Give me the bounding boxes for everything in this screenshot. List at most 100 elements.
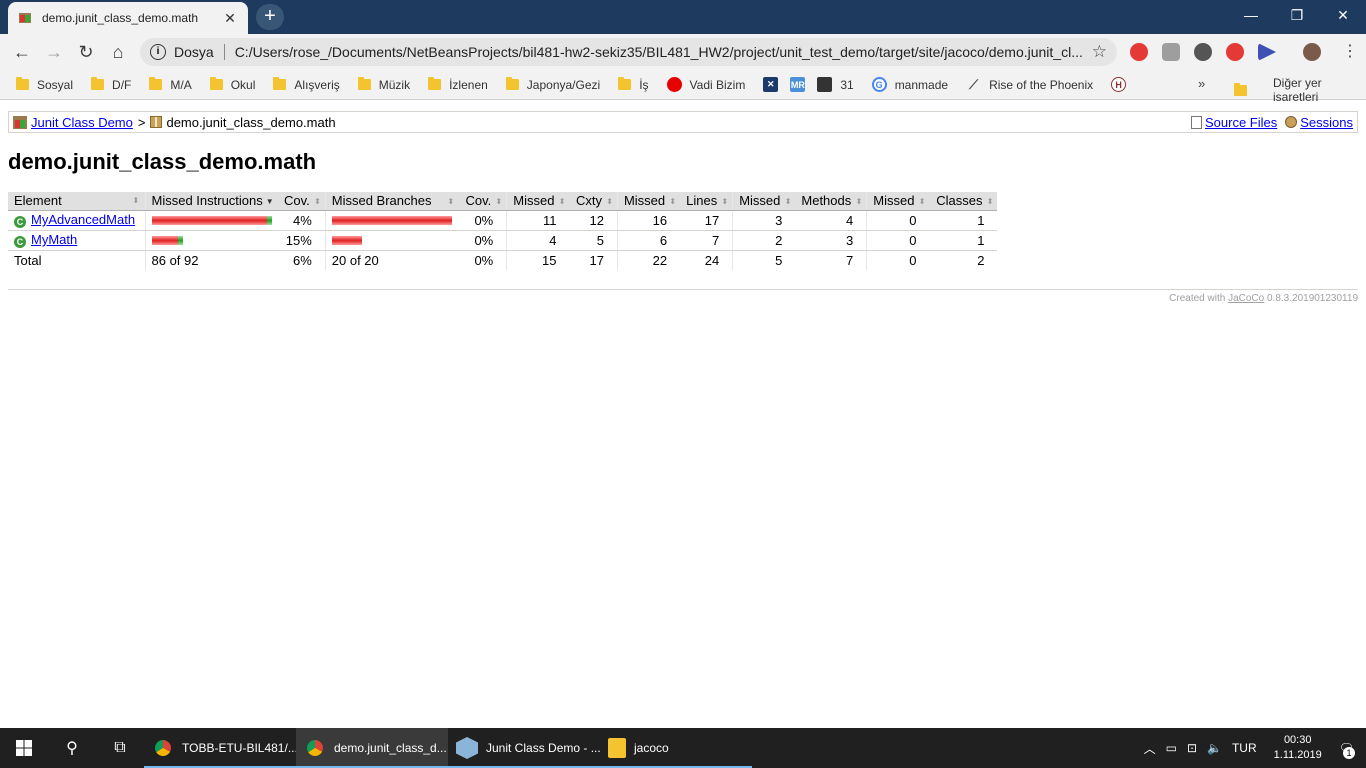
extension-s-icon[interactable] <box>1162 43 1180 61</box>
header-classes[interactable]: Classes ⬍ <box>929 192 998 211</box>
bookmark-link[interactable]: ⟋ Rise of the Phoenix <box>966 77 1093 92</box>
bookmark-link[interactable]: ✕ <box>763 77 779 92</box>
total-cxty: 17 <box>589 252 604 268</box>
address-protocol: Dosya <box>174 44 214 60</box>
taskbar-app[interactable]: Junit Class Demo - ... <box>448 728 600 768</box>
bookmark-link[interactable]: 31 <box>817 77 854 92</box>
bookmark-folder[interactable]: Müzik <box>357 77 410 92</box>
bookmark-folder[interactable]: D/F <box>91 77 132 92</box>
bookmarks-more-icon[interactable]: » <box>1198 76 1205 91</box>
total-classes-missed: 0 <box>866 250 930 270</box>
footer-prefix: Created with <box>1169 293 1226 304</box>
minimize-icon[interactable]: — <box>1228 0 1274 30</box>
extension-g-icon[interactable] <box>1226 43 1244 61</box>
bookmark-folder[interactable]: Japonya/Gezi <box>505 77 601 92</box>
bookmark-folder[interactable]: Sosyal <box>16 77 73 92</box>
source-files-link[interactable]: Source Files <box>1205 115 1277 130</box>
taskbar-app[interactable]: demo.junit_class_d... <box>296 728 448 768</box>
volume-icon[interactable]: 🔈 <box>1207 741 1222 755</box>
reload-icon[interactable]: ↻ <box>70 36 102 68</box>
task-view-icon[interactable]: ⧉ <box>96 728 144 768</box>
header-lines[interactable]: Lines ⬍ <box>680 192 733 211</box>
bookmark-folder[interactable]: Okul <box>209 77 255 92</box>
taskbar-app[interactable]: jacoco <box>600 728 752 768</box>
breadcrumb-root-link[interactable]: Junit Class Demo <box>31 115 133 130</box>
search-icon[interactable]: ⚲ <box>48 728 96 768</box>
bookmark-folder[interactable]: M/A <box>149 77 192 92</box>
bookmark-folder[interactable]: İş <box>618 77 649 92</box>
clock-time: 00:30 <box>1283 734 1312 746</box>
extension-arrow-icon[interactable] <box>1258 43 1276 61</box>
total-cxty-missed: 15 <box>506 250 570 270</box>
home-icon[interactable]: ⌂ <box>102 36 134 68</box>
class-link[interactable]: MyAdvancedMath <box>31 212 135 227</box>
bookmark-folder[interactable]: İzlenen <box>428 77 488 92</box>
chevron-up-icon[interactable]: ︿ <box>1144 740 1156 757</box>
bookmark-label: M/A <box>170 77 192 92</box>
total-label: Total <box>14 252 42 268</box>
extension-ninja-icon[interactable] <box>1194 43 1212 61</box>
source-files-icon <box>1191 115 1202 129</box>
browser-menu-icon[interactable]: ⋮ <box>1340 41 1360 63</box>
breadcrumb-current: demo.junit_class_demo.math <box>166 114 336 130</box>
taskbar-app[interactable]: TOBB-ETU-BIL481/... <box>144 728 296 768</box>
language-indicator[interactable]: TUR <box>1232 741 1257 755</box>
windows-start-icon[interactable] <box>0 728 48 768</box>
jacoco-link[interactable]: JaCoCo <box>1228 293 1264 304</box>
header-missed-branches[interactable]: Missed Branches ⬍ <box>324 192 460 211</box>
bookmark-label: D/F <box>112 77 132 92</box>
bookmark-label: Japonya/Gezi <box>526 77 601 92</box>
missed-bar-segment <box>151 235 178 245</box>
header-methods[interactable]: Methods ⬍ <box>795 192 867 211</box>
bookmark-link[interactable]: H <box>1111 77 1134 92</box>
covered-bar-segment <box>177 235 183 245</box>
header-cxty-missed[interactable]: Missed ⬍ <box>506 192 570 211</box>
total-instr: 86 of 92 <box>144 250 278 270</box>
header-cxty[interactable]: Cxty ⬍ <box>569 192 618 211</box>
header-methods-missed[interactable]: Missed ⬍ <box>732 192 796 211</box>
table-row: C MyAdvancedMath 4% 0% 11 12 16 17 3 4 0 … <box>8 210 998 231</box>
bookmark-label: Vadi Bizim <box>689 77 746 92</box>
instr-bar-cell <box>144 210 278 231</box>
extension-red-c-icon[interactable] <box>1130 43 1148 61</box>
profile-avatar[interactable] <box>1303 43 1321 61</box>
bookmark-star-icon[interactable]: ☆ <box>1092 42 1107 62</box>
footer-version: 0.8.3.201901230119 <box>1266 293 1358 304</box>
site-info-icon[interactable]: i <box>150 44 166 60</box>
restore-icon[interactable]: ❐ <box>1274 0 1320 30</box>
breadcrumb: Junit Class Demo > demo.junit_class_demo… <box>8 111 1358 133</box>
address-bar[interactable]: i Dosya C:/Users/rose_/Documents/NetBean… <box>140 38 1117 66</box>
back-icon[interactable]: ← <box>6 36 38 68</box>
h-icon: H <box>1111 77 1127 92</box>
sort-icon: ⬍ <box>606 196 613 206</box>
class-icon: C <box>14 236 26 248</box>
coverage-table: Element ⬍ Missed Instructions ▼ Cov. ⬍ Miss… <box>8 192 998 270</box>
header-classes-missed[interactable]: Missed ⬍ <box>866 192 930 211</box>
notification-icon[interactable]: 🗨1 <box>1339 741 1355 759</box>
window-close-icon[interactable]: ✕ <box>1320 0 1366 30</box>
header-branch-cov[interactable]: Cov. ⬍ <box>459 192 507 211</box>
clock-date: 1.11.2019 <box>1273 749 1322 761</box>
bookmark-link[interactable]: MR <box>790 77 806 92</box>
forward-icon[interactable]: → <box>38 36 70 68</box>
battery-icon[interactable]: ▭ <box>1166 741 1177 755</box>
sessions-link[interactable]: Sessions <box>1300 115 1353 130</box>
bookmark-link[interactable]: Gmanmade <box>871 77 948 92</box>
address-url[interactable]: C:/Users/rose_/Documents/NetBeansProject… <box>235 44 1084 60</box>
tab-close-icon[interactable]: ✕ <box>222 10 238 27</box>
browser-tab[interactable]: demo.junit_class_demo.math ✕ <box>8 2 248 34</box>
bookmark-folder[interactable]: Alışveriş <box>273 77 340 92</box>
total-branch: 20 of 20 <box>324 250 460 270</box>
header-instr-cov[interactable]: Cov. ⬍ <box>278 192 326 211</box>
network-icon[interactable]: ⊡ <box>1187 741 1197 755</box>
new-tab-button[interactable]: + <box>256 4 284 30</box>
class-link[interactable]: MyMath <box>31 232 77 247</box>
clock[interactable]: 00:30 1.11.2019 <box>1274 733 1322 763</box>
bookmark-link[interactable]: Vadi Bizim <box>666 77 746 92</box>
header-lines-missed[interactable]: Missed ⬍ <box>616 192 681 211</box>
header-missed-instructions[interactable]: Missed Instructions ▼ <box>144 192 278 211</box>
header-element[interactable]: Element ⬍ <box>8 192 145 211</box>
other-bookmarks[interactable]: Diğer yer işaretleri <box>1234 76 1366 104</box>
sort-icon: ⬍ <box>669 196 677 206</box>
window-controls: — ❐ ✕ <box>1228 0 1366 30</box>
